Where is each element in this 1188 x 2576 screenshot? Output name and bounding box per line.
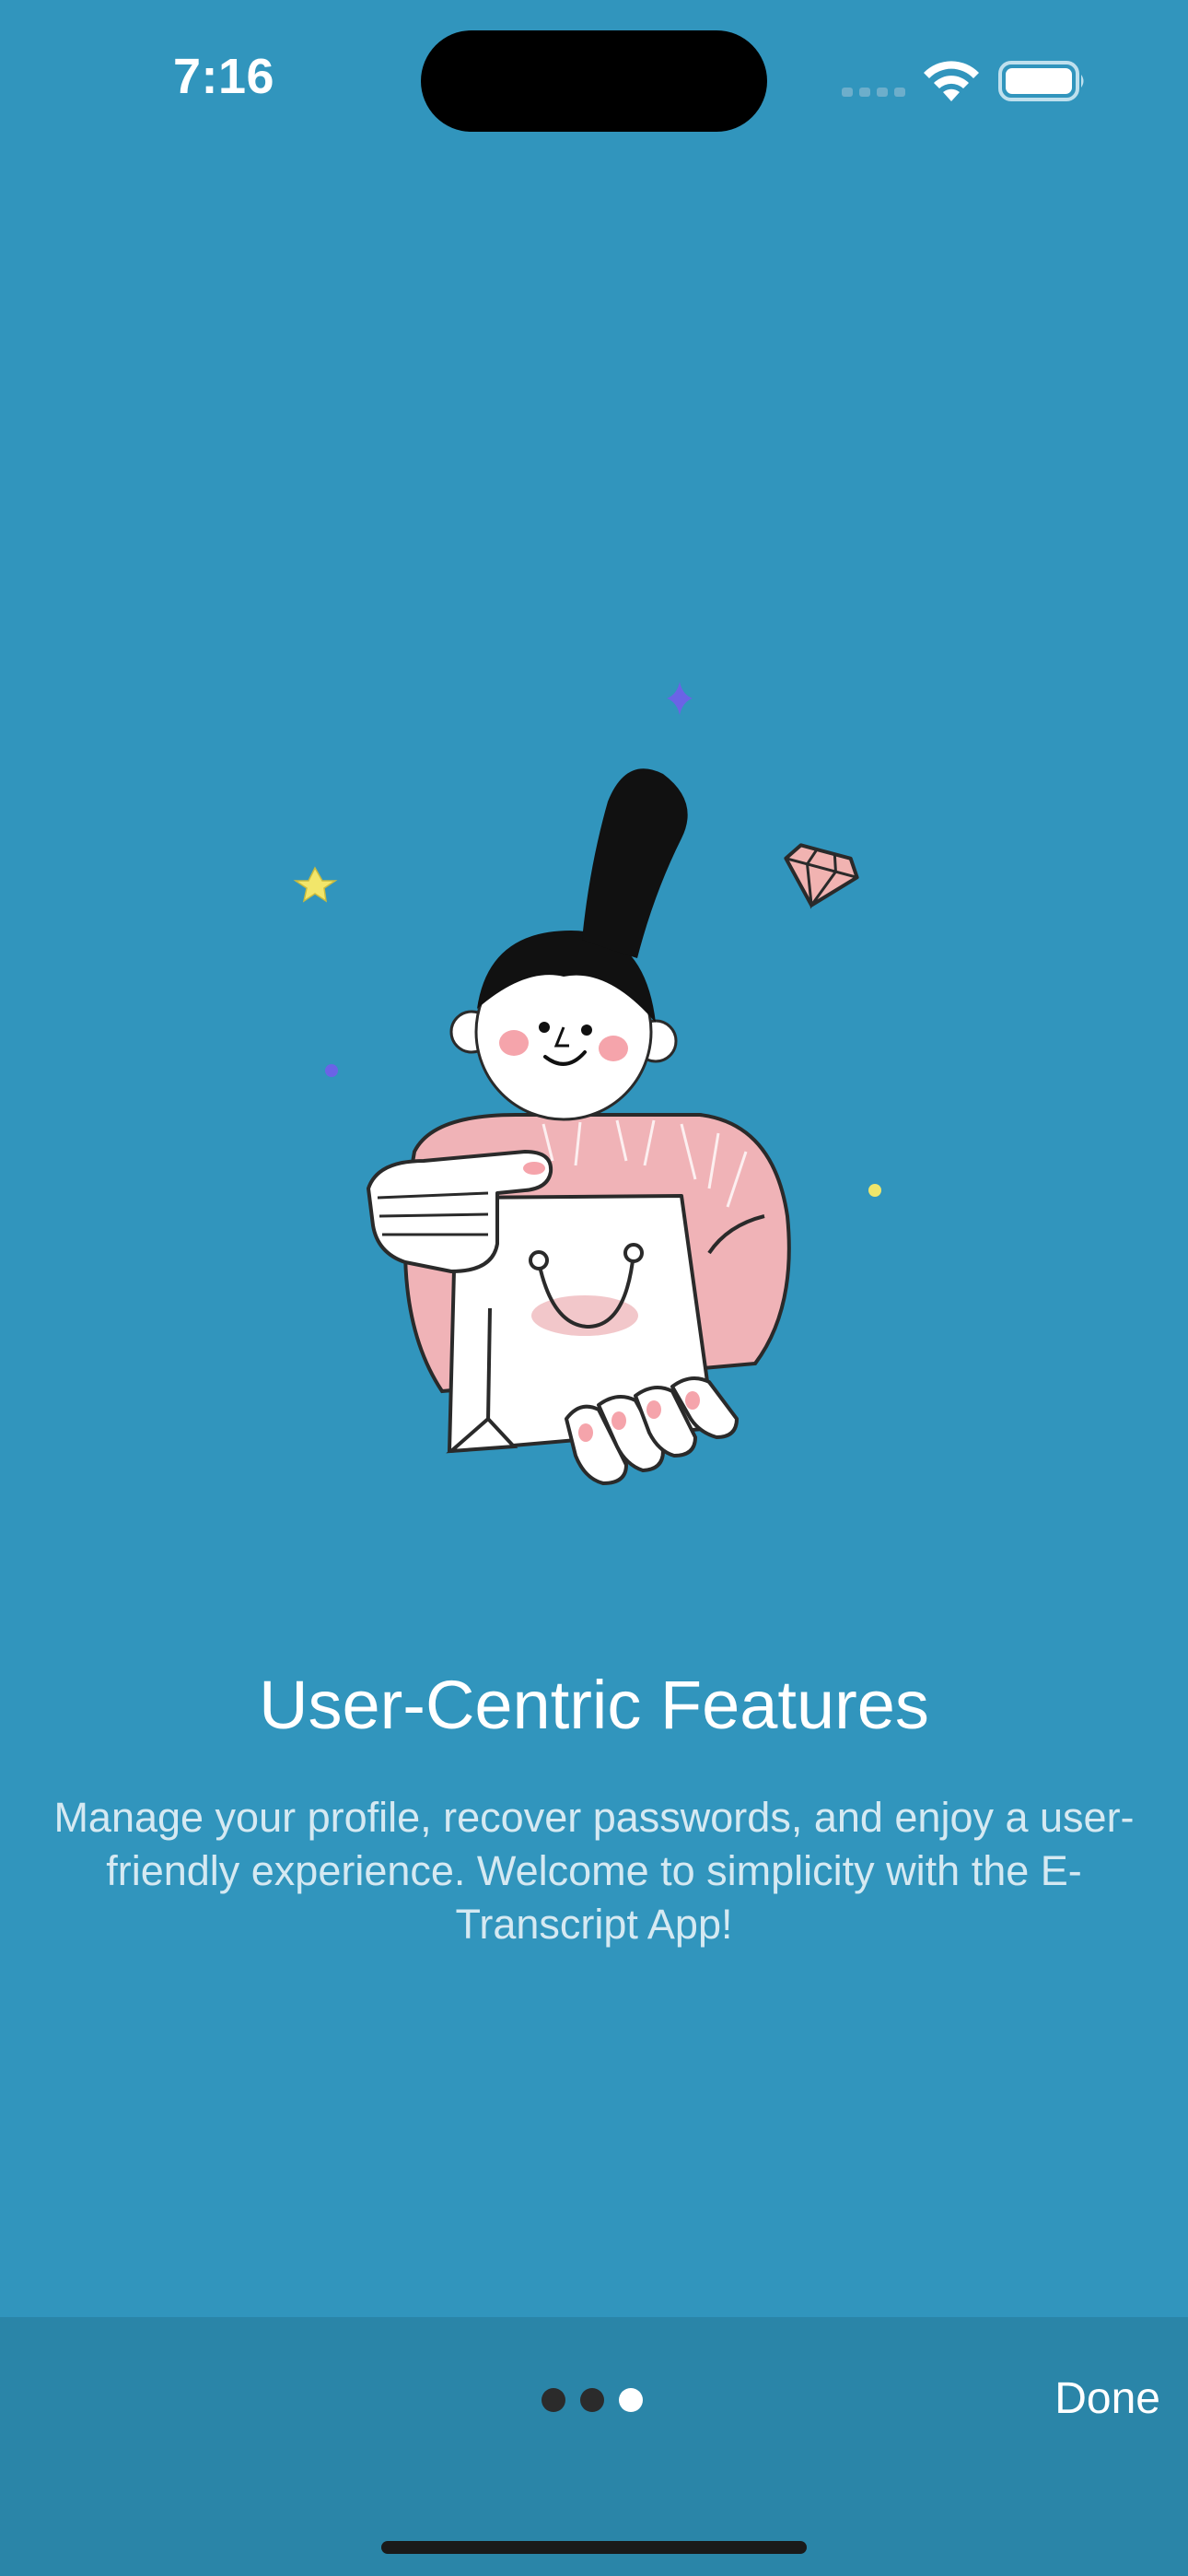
onboarding-illustration [293,682,881,1485]
onboarding-title: User-Centric Features [259,1667,929,1743]
page-dot-3[interactable] [619,2388,643,2412]
wifi-icon [924,61,979,101]
done-button[interactable]: Done [1054,2373,1160,2424]
onboarding-screen: 7:16 User-Centric Features Manage your p… [0,0,1188,2576]
home-indicator[interactable] [381,2541,807,2554]
diamond-icon [784,843,859,909]
cellular-signal-icon [842,88,905,97]
status-time: 7:16 [173,49,275,104]
yellow-dot-icon [868,1184,881,1197]
dynamic-island [421,30,767,132]
purple-sparkle-icon [667,682,693,715]
onboarding-description: Manage your profile, recover passwords, … [53,1794,1135,1948]
bottom-bar [0,2317,1188,2576]
ponytail [582,768,688,958]
battery-icon [998,61,1084,101]
page-dot-2[interactable] [580,2388,604,2412]
page-dot-1[interactable] [542,2388,565,2412]
purple-dot-icon [325,1064,338,1077]
page-indicator[interactable] [542,2388,643,2412]
yellow-sparkle-icon [293,866,338,903]
